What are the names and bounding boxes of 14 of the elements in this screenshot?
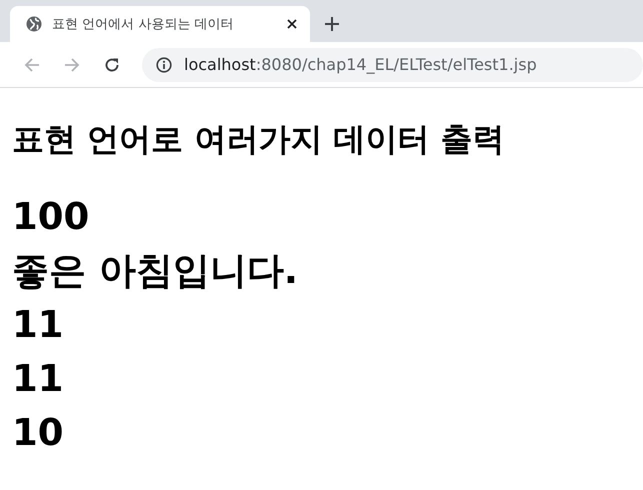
plus-icon[interactable] (324, 16, 340, 32)
close-icon[interactable] (286, 18, 298, 30)
output-line: 100 (12, 194, 90, 240)
globe-icon (26, 16, 42, 32)
address-field[interactable]: localhost:8080/chap14_EL/ELTest/elTest1.jsp (142, 48, 643, 82)
page-heading: 표현 언어로 여러가지 데이터 출력 (12, 119, 506, 160)
output-line: 11 (12, 356, 64, 402)
output-line: 11 (12, 302, 64, 348)
output-line: 좋은 아침입니다. (12, 248, 299, 294)
output-line: 10 (12, 410, 64, 456)
browser-tab[interactable]: 표현 언어에서 사용되는 데이터 (10, 6, 310, 42)
info-icon (156, 56, 172, 72)
reload-icon[interactable] (104, 56, 120, 72)
tab-title: 표현 언어에서 사용되는 데이터 (52, 16, 234, 33)
